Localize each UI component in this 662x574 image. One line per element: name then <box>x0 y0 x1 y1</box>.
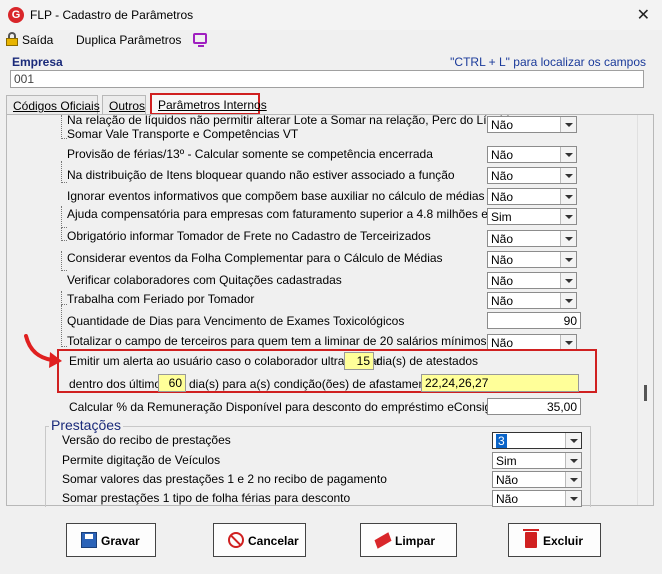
row-label: Obrigatório informar Tomador de Frete no… <box>67 229 431 243</box>
trash-icon <box>523 529 539 548</box>
select-field[interactable]: Não <box>487 251 577 268</box>
alerta-label: dia(s) para a(s) condição(ões) de afasta… <box>189 377 436 391</box>
prestacoes-title: Prestações <box>49 417 124 433</box>
select-field[interactable]: Não <box>492 490 582 507</box>
versao-recibo-select[interactable]: 3 <box>492 432 582 449</box>
dias-vencimento-field[interactable]: 90 <box>487 312 581 329</box>
condicoes-afastamento-field[interactable]: 22,24,26,27 <box>421 374 579 392</box>
arrow-pointer-icon <box>24 334 62 368</box>
tab-codigos-oficiais[interactable]: Códigos Oficiais <box>6 95 100 115</box>
scroll-area: Na relação de líquidos não permitir alte… <box>7 115 637 507</box>
row-label: Somar valores das prestações 1 e 2 no re… <box>62 472 387 486</box>
chevron-down-icon[interactable] <box>565 491 581 506</box>
chevron-down-icon[interactable] <box>560 273 576 288</box>
chevron-down-icon[interactable] <box>560 189 576 204</box>
row-label: Permite digitação de Veículos <box>62 453 221 467</box>
alerta-label: dia(s) de atestados <box>376 354 479 368</box>
action-bar: Gravar Cancelar Limpar Excluir <box>6 512 654 566</box>
empresa-field[interactable]: 001 <box>10 70 644 88</box>
row-label: Totalizar o campo de terceiros para quem… <box>67 334 532 348</box>
chevron-down-icon[interactable] <box>560 335 576 350</box>
select-field[interactable]: Não <box>487 292 577 309</box>
close-icon[interactable]: ✕ <box>637 5 650 25</box>
row-label: Verificar colaboradores com Quitações ca… <box>67 273 342 287</box>
tab-outros[interactable]: Outros <box>102 95 146 115</box>
empresa-label: Empresa <box>12 55 63 69</box>
select-field[interactable]: Não <box>487 230 577 247</box>
search-hint: "CTRL + L" para localizar os campos <box>450 55 646 69</box>
title-bar: G FLP - Cadastro de Parâmetros ✕ <box>0 0 662 30</box>
alerta-label: Emitir um alerta ao usuário caso o colab… <box>69 354 381 368</box>
parametros-internos-panel: Na relação de líquidos não permitir alte… <box>6 114 654 507</box>
select-field[interactable]: Não <box>492 471 582 488</box>
row-label: Somar Vale Transporte e Competências VT <box>67 127 299 141</box>
alerta-label: dentro dos últimos <box>69 377 168 391</box>
excluir-button[interactable]: Excluir <box>508 523 601 557</box>
saida-button[interactable]: Saída <box>22 33 53 47</box>
select-field[interactable]: Sim <box>492 452 582 469</box>
scrollbar-thumb[interactable] <box>644 385 647 401</box>
select-field[interactable]: Não <box>487 188 577 205</box>
cancelar-button[interactable]: Cancelar <box>213 523 306 557</box>
select-field[interactable]: Sim <box>487 208 577 225</box>
monitor-icon[interactable] <box>193 33 207 47</box>
row-label: Ignorar eventos informativos que compõem… <box>67 189 485 203</box>
chevron-down-icon[interactable] <box>560 252 576 267</box>
row-label: Versão do recibo de prestações <box>62 433 231 447</box>
dias-atestado-field[interactable]: 15 <box>344 352 374 370</box>
app-logo-icon: G <box>8 7 24 23</box>
row-label: Ajuda compensatória para empresas com fa… <box>67 207 528 221</box>
chevron-down-icon[interactable] <box>560 231 576 246</box>
remuneracao-field[interactable]: 35,00 <box>487 398 581 415</box>
chevron-down-icon[interactable] <box>560 293 576 308</box>
row-label: Considerar eventos da Folha Complementar… <box>67 251 443 265</box>
row-label: Provisão de férias/13º - Calcular soment… <box>67 147 433 161</box>
chevron-down-icon[interactable] <box>565 453 581 468</box>
row-label: Na relação de líquidos não permitir alte… <box>67 115 516 127</box>
cancel-icon <box>228 532 244 548</box>
chevron-down-icon[interactable] <box>560 168 576 183</box>
select-field[interactable]: Não <box>487 167 577 184</box>
chevron-down-icon[interactable] <box>565 433 581 448</box>
toolbar: Saída Duplica Parâmetros <box>0 30 662 50</box>
vertical-scrollbar[interactable] <box>637 115 653 505</box>
window-title: FLP - Cadastro de Parâmetros <box>30 8 194 22</box>
select-field[interactable]: Não <box>487 116 577 133</box>
gravar-button[interactable]: Gravar <box>66 523 156 557</box>
row-label: Na distribuição de Itens bloquear quando… <box>67 168 455 182</box>
limpar-button[interactable]: Limpar <box>360 523 457 557</box>
row-label: Somar prestações 1 tipo de folha férias … <box>62 491 351 505</box>
select-field[interactable]: Não <box>487 272 577 289</box>
select-field[interactable]: Não <box>487 146 577 163</box>
eraser-icon <box>374 532 392 549</box>
tab-parametros-internos[interactable]: Parâmetros Internos <box>150 93 267 115</box>
remuneracao-label: Calcular % da Remuneração Disponível par… <box>69 400 518 414</box>
row-label: Quantidade de Dias para Vencimento de Ex… <box>67 314 405 328</box>
chevron-down-icon[interactable] <box>565 472 581 487</box>
chevron-down-icon[interactable] <box>560 117 576 132</box>
chevron-down-icon[interactable] <box>560 147 576 162</box>
floppy-disk-icon <box>81 532 97 548</box>
duplica-parametros-button[interactable]: Duplica Parâmetros <box>76 33 181 47</box>
row-label: Trabalha com Feriado por Tomador <box>67 292 255 306</box>
chevron-down-icon[interactable] <box>560 209 576 224</box>
dias-ultimos-field[interactable]: 60 <box>158 374 186 392</box>
lock-icon[interactable] <box>6 32 18 46</box>
